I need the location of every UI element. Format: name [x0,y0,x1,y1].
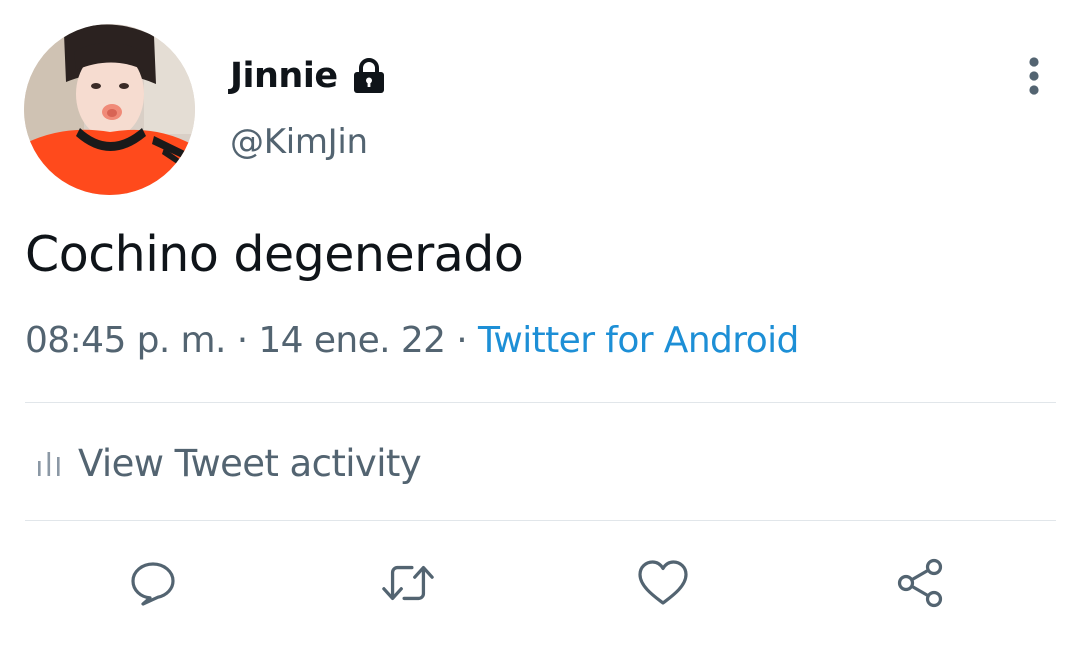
more-vertical-icon [1029,57,1039,95]
avatar[interactable] [24,24,195,195]
avatar-image [24,24,195,195]
analytics-icon [38,452,60,476]
tweet-time: 08:45 p. m. [25,320,226,361]
heart-icon [638,560,688,605]
display-name[interactable]: Jinnie [230,56,338,96]
username-handle[interactable]: @KimJin [230,122,368,162]
view-tweet-activity-button[interactable]: View Tweet activity [36,438,422,488]
meta-separator: · [456,320,468,361]
tweet-source-link[interactable]: Twitter for Android [478,320,799,361]
retweet-icon [382,565,434,601]
divider [25,402,1056,403]
tweet-meta: 08:45 p. m. · 14 ene. 22 · Twitter for A… [25,320,799,361]
tweet-text: Cochino degenerado [25,226,524,283]
speech-bubble-icon [131,562,175,606]
divider [25,520,1056,521]
more-options-button[interactable] [1016,52,1052,100]
display-name-row: Jinnie [230,52,386,100]
reply-button[interactable] [126,556,180,610]
share-button[interactable] [894,556,948,610]
share-icon [897,558,943,608]
like-button[interactable] [636,556,690,610]
lock-icon [352,57,386,95]
view-tweet-activity-label: View Tweet activity [78,441,422,485]
retweet-button[interactable] [381,556,435,610]
meta-separator: · [236,320,248,361]
tweet-date: 14 ene. 22 [258,320,446,361]
